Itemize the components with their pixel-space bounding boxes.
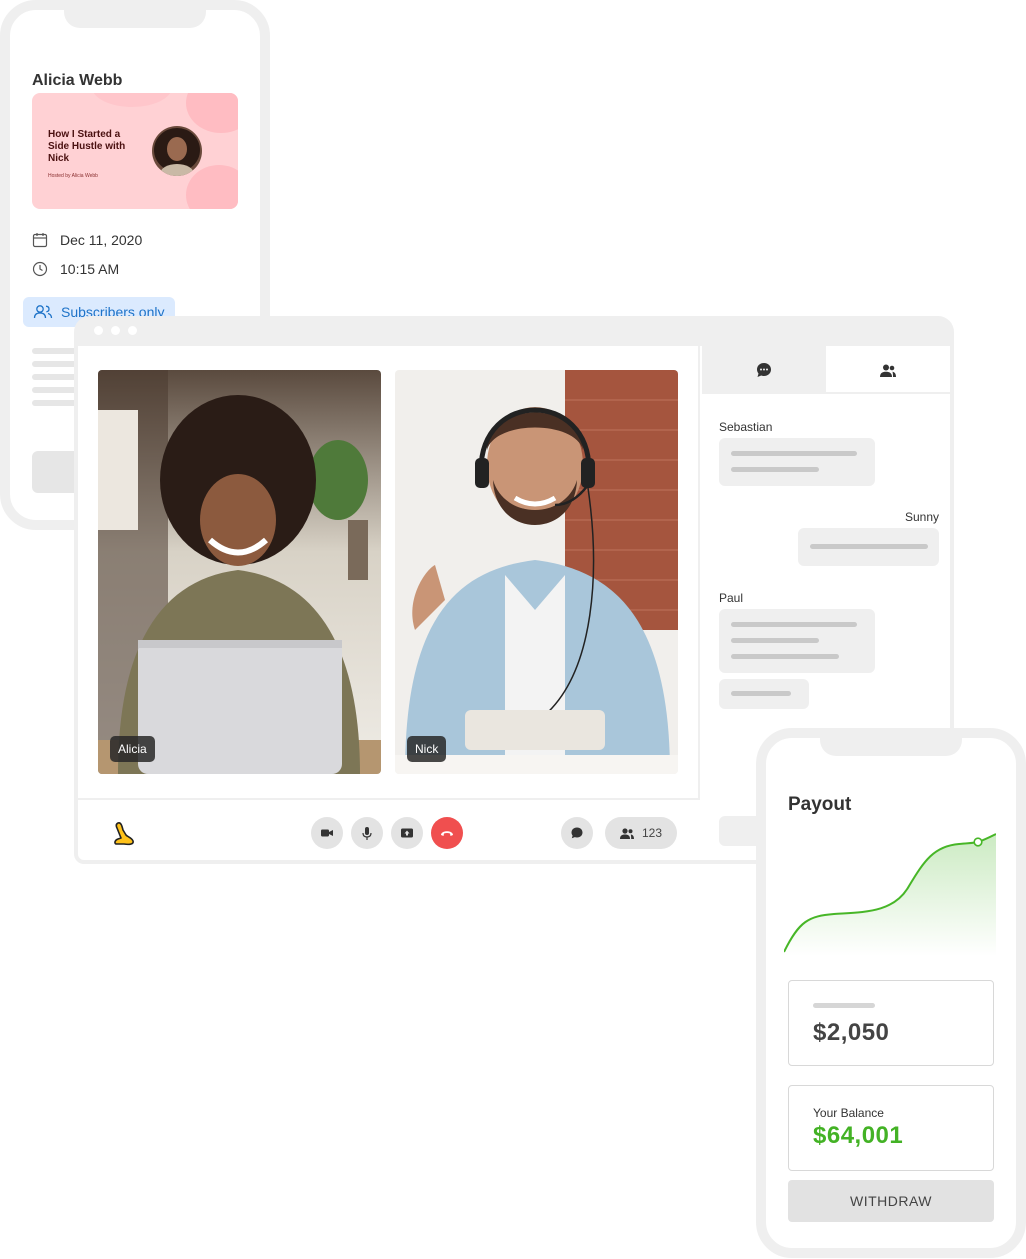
- chart-point: [973, 837, 983, 847]
- host-avatar: [152, 126, 202, 176]
- chat-message: [719, 438, 875, 486]
- clock-icon: [32, 261, 48, 277]
- phone-notch: [820, 728, 962, 756]
- chat-message: [719, 609, 875, 673]
- users-icon: [33, 305, 53, 319]
- placeholder-line: [813, 1003, 875, 1008]
- payout-amount: $2,050: [813, 1019, 890, 1046]
- people-icon: [880, 364, 896, 377]
- chat-sender: Sunny: [904, 510, 939, 524]
- host-name: Alicia Webb: [32, 72, 123, 89]
- participant-video: [395, 370, 678, 774]
- end-call-icon: [441, 831, 453, 836]
- balance-card: Your Balance $64,001: [788, 1085, 994, 1171]
- camera-button[interactable]: [311, 817, 343, 849]
- card-decoration: [186, 93, 238, 133]
- tab-participants[interactable]: [826, 346, 950, 394]
- chat-message: [719, 679, 809, 709]
- participants-count-button[interactable]: 123: [605, 817, 677, 849]
- payout-title: Payout: [788, 794, 852, 815]
- event-card[interactable]: How I Started a Side Hustle with Nick Ho…: [32, 93, 238, 209]
- microphone-button[interactable]: [351, 817, 383, 849]
- card-decoration: [92, 93, 172, 107]
- event-date-row: Dec 11, 2020: [32, 232, 142, 248]
- event-card-host: Hosted by Alicia Webb: [48, 173, 98, 179]
- call-controls-bar: 123: [78, 798, 700, 860]
- event-time-row: 10:15 AM: [32, 261, 119, 277]
- chart-area: [784, 834, 996, 956]
- chat-sender: Sebastian: [719, 420, 773, 434]
- event-card-title: How I Started a Side Hustle with Nick: [48, 129, 126, 164]
- share-screen-icon: [401, 828, 413, 837]
- window-dot[interactable]: [111, 326, 120, 335]
- end-call-button[interactable]: [431, 817, 463, 849]
- people-icon: [619, 827, 634, 839]
- video-tile-nick[interactable]: Nick: [395, 370, 678, 774]
- payout-chart: [784, 833, 996, 956]
- chat-message: [798, 528, 939, 566]
- calendar-icon: [32, 233, 48, 248]
- window-dot[interactable]: [94, 326, 103, 335]
- share-screen-button[interactable]: [391, 817, 423, 849]
- event-time: 10:15 AM: [60, 261, 120, 277]
- tab-chat[interactable]: [702, 346, 826, 394]
- chat-sender: Paul: [719, 591, 744, 605]
- phone-notch: [64, 0, 206, 28]
- window-dot[interactable]: [128, 326, 137, 335]
- chat-icon: [757, 363, 771, 377]
- camera-icon: [321, 829, 333, 837]
- chat-tabs: [702, 346, 950, 394]
- video-tile-alicia[interactable]: Alicia: [98, 370, 381, 774]
- window-controls: [94, 326, 137, 335]
- payout-amount-card: $2,050: [788, 980, 994, 1066]
- video-area: Alicia Nick: [78, 346, 700, 798]
- microphone-icon: [362, 826, 372, 840]
- payout-phone: Payout $2,050 Your Balance $64,001 WITHD…: [756, 728, 1026, 1258]
- participant-count: 123: [641, 826, 663, 840]
- hand-wave-icon[interactable]: [112, 820, 136, 846]
- chat-toggle-button[interactable]: [561, 817, 593, 849]
- chat-icon: [571, 827, 583, 839]
- participant-video: [98, 370, 381, 774]
- balance-amount: $64,001: [813, 1122, 904, 1149]
- withdraw-button[interactable]: WITHDRAW: [788, 1180, 994, 1222]
- participant-label: Alicia: [110, 736, 155, 762]
- participant-label: Nick: [407, 736, 447, 762]
- balance-label: Your Balance: [813, 1106, 884, 1120]
- event-date: Dec 11, 2020: [60, 232, 143, 248]
